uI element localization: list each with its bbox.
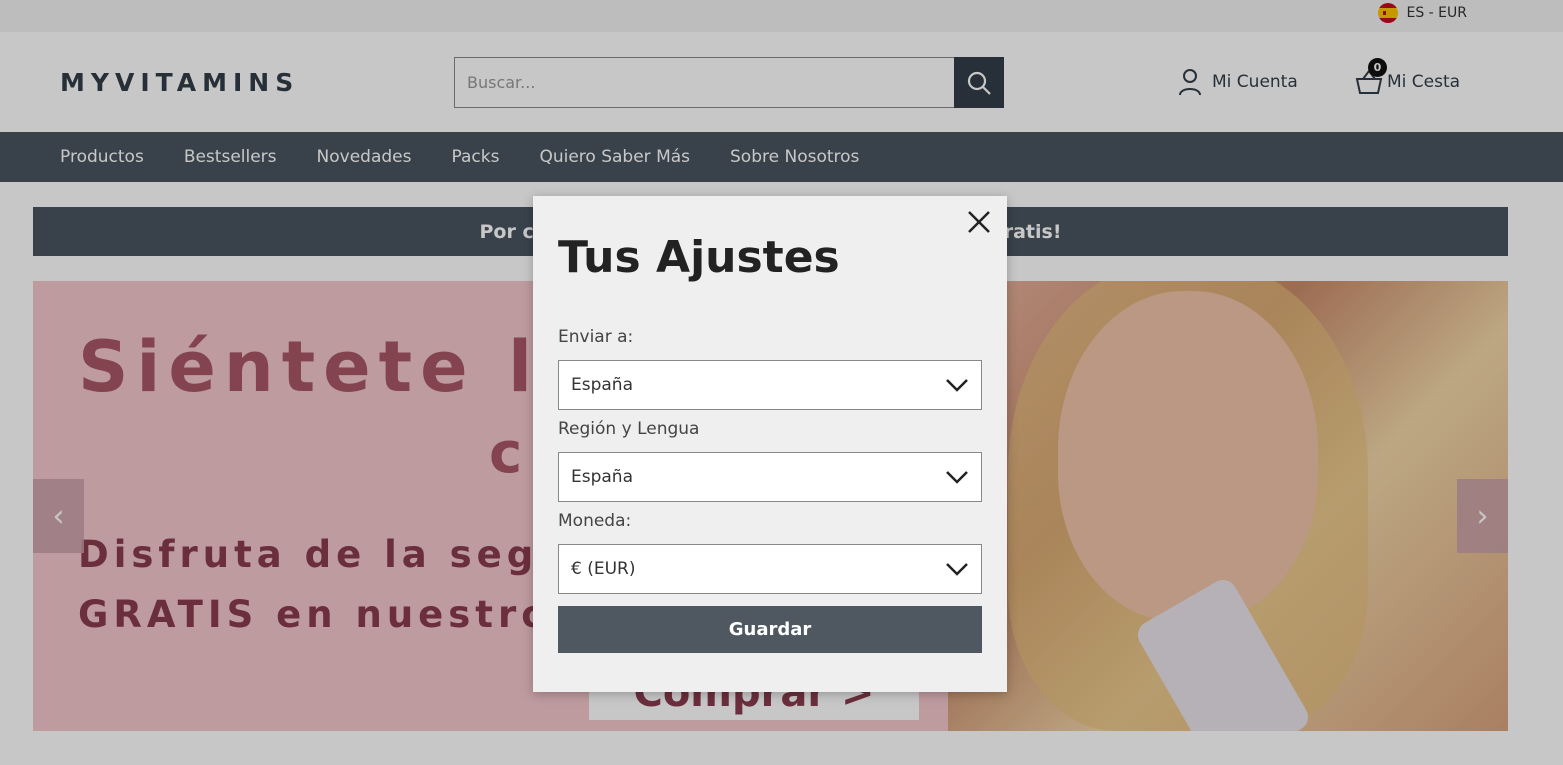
close-icon bbox=[968, 211, 990, 233]
ship-to-label: Enviar a: bbox=[558, 327, 634, 347]
settings-modal: Tus Ajustes Enviar a: España Región y Le… bbox=[533, 196, 1007, 692]
ship-to-select[interactable]: España bbox=[558, 360, 982, 410]
close-button[interactable] bbox=[965, 208, 993, 236]
chevron-down-icon bbox=[946, 379, 968, 392]
modal-title: Tus Ajustes bbox=[558, 232, 840, 283]
ship-to-value: España bbox=[571, 375, 633, 395]
currency-select[interactable]: € (EUR) bbox=[558, 544, 982, 594]
region-label: Región y Lengua bbox=[558, 419, 700, 439]
region-value: España bbox=[571, 467, 633, 487]
save-button[interactable]: Guardar bbox=[558, 606, 982, 653]
region-select[interactable]: España bbox=[558, 452, 982, 502]
chevron-down-icon bbox=[946, 563, 968, 576]
currency-value: € (EUR) bbox=[571, 559, 636, 579]
chevron-down-icon bbox=[946, 471, 968, 484]
currency-label: Moneda: bbox=[558, 511, 632, 531]
